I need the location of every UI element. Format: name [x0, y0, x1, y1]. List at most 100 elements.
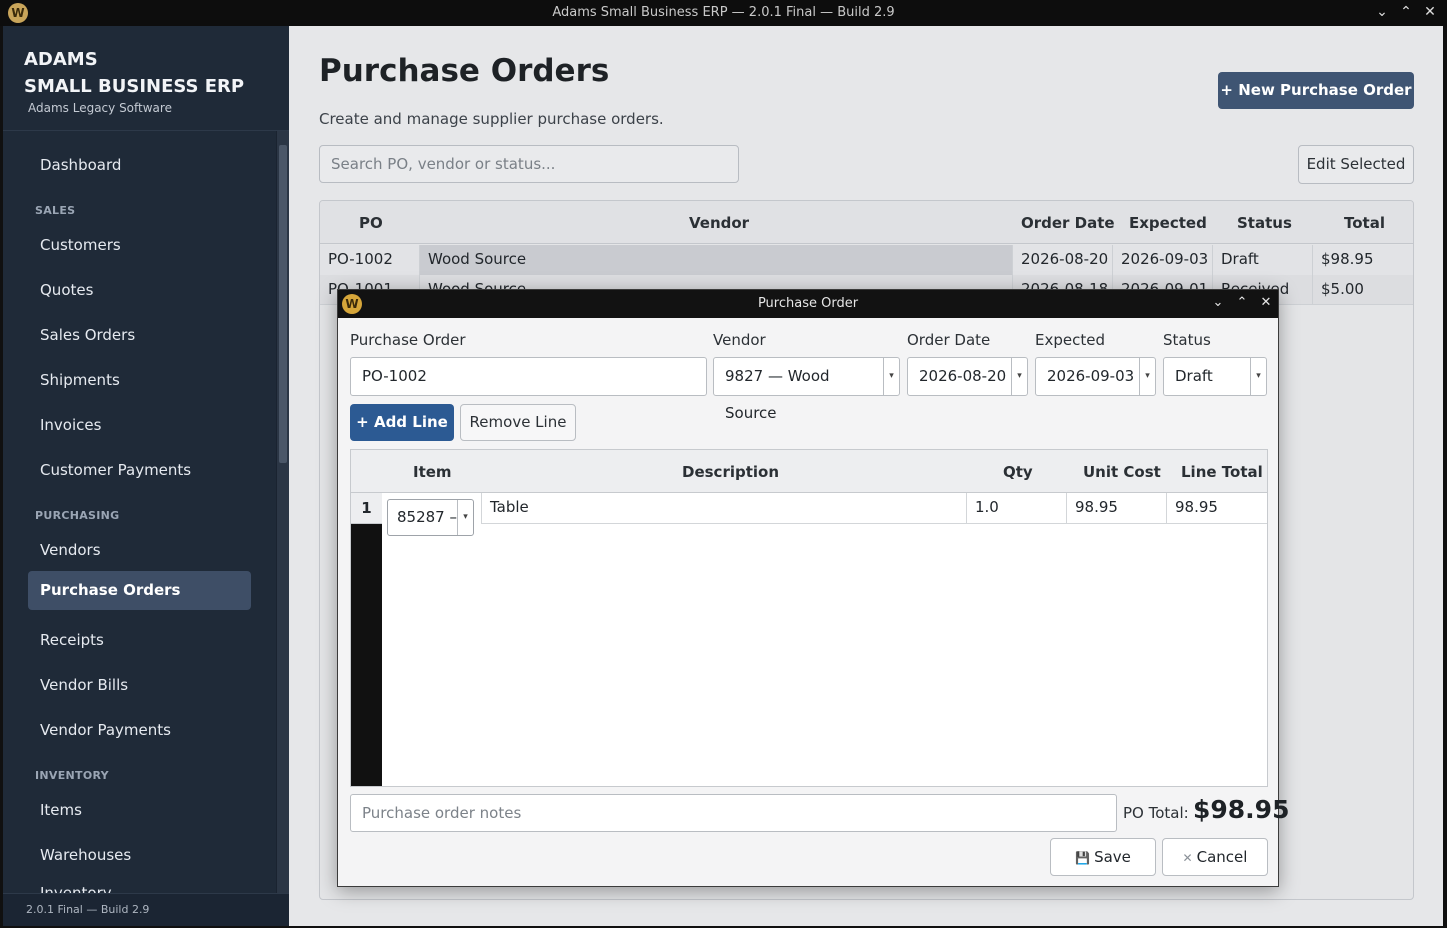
sidebar: ADAMS SMALL BUSINESS ERP Adams Legacy So… — [3, 26, 289, 926]
line-items-grid: Item Description Qty Unit Cost Line Tota… — [350, 449, 1268, 787]
sidebar-item-dashboard[interactable]: Dashboard — [28, 146, 251, 185]
chevron-down-icon[interactable]: ▾ — [1011, 358, 1027, 395]
chevron-down-icon[interactable]: ▾ — [1250, 358, 1266, 395]
sidebar-item-sales-orders[interactable]: Sales Orders — [28, 316, 251, 355]
cell-line-total[interactable]: 98.95 — [1167, 493, 1267, 524]
label-order-date: Order Date — [907, 331, 991, 349]
cell-po: PO-1002 — [320, 245, 420, 275]
grid-header-item[interactable]: Item — [413, 463, 452, 481]
sidebar-item-vendor-payments[interactable]: Vendor Payments — [28, 711, 251, 750]
cell-order-date: 2026-08-20 — [1013, 245, 1113, 275]
sidebar-scroll-thumb[interactable] — [279, 145, 287, 463]
sidebar-item-shipments[interactable]: Shipments — [28, 361, 251, 400]
chevron-down-icon[interactable]: ▾ — [883, 358, 899, 395]
cell-description[interactable]: Table — [481, 493, 967, 524]
sidebar-section-purchasing: PURCHASING — [35, 509, 120, 522]
row-number-gutter: 1 — [351, 493, 382, 786]
order-date-picker[interactable]: 2026-08-20 ▾ — [907, 357, 1028, 396]
sidebar-item-customer-payments[interactable]: Customer Payments — [28, 451, 251, 490]
minimize-icon[interactable]: ⌄ — [1373, 4, 1391, 20]
remove-line-button[interactable]: Remove Line — [460, 404, 576, 441]
new-purchase-order-button[interactable]: + New Purchase Order — [1218, 72, 1414, 109]
cell-total: $98.95 — [1313, 245, 1413, 275]
chevron-down-icon[interactable]: ▾ — [1139, 358, 1155, 395]
label-status: Status — [1163, 331, 1211, 349]
search-input[interactable]: Search PO, vendor or status... — [319, 145, 739, 183]
status-select-value: Draft — [1175, 367, 1213, 385]
grid-header: Item Description Qty Unit Cost Line Tota… — [351, 450, 1267, 493]
sidebar-item-vendor-bills[interactable]: Vendor Bills — [28, 666, 251, 705]
po-total-label: PO Total: — [1123, 804, 1189, 822]
table-row[interactable]: PO-1002 Wood Source 2026-08-20 2026-09-0… — [320, 245, 1413, 275]
sidebar-item-inventory-partial[interactable]: Inventory — [28, 874, 251, 893]
col-header-order-date[interactable]: Order Date — [1021, 214, 1115, 232]
sidebar-nav: Dashboard SALES Customers Quotes Sales O… — [3, 131, 276, 893]
maximize-icon[interactable]: ⌃ — [1397, 4, 1415, 20]
item-select[interactable]: 85287 – ▾ — [387, 499, 474, 536]
item-select-value: 85287 – — [397, 508, 457, 526]
expected-date-value: 2026-09-03 — [1047, 367, 1135, 385]
cell-status: Draft — [1213, 245, 1313, 275]
grid-header-description[interactable]: Description — [682, 463, 779, 481]
order-date-value: 2026-08-20 — [919, 367, 1007, 385]
brand-subtitle: Adams Legacy Software — [28, 101, 172, 115]
save-button[interactable]: 💾 Save — [1050, 838, 1156, 876]
label-vendor: Vendor — [713, 331, 766, 349]
grid-header-unit-cost[interactable]: Unit Cost — [1083, 463, 1161, 481]
dialog-title: Purchase Order — [757, 296, 859, 311]
sidebar-item-invoices[interactable]: Invoices — [28, 406, 251, 445]
status-select[interactable]: Draft ▾ — [1163, 357, 1267, 396]
vendor-select[interactable]: 9827 — Wood Source ▾ — [713, 357, 900, 422]
label-expected: Expected — [1035, 331, 1105, 349]
cell-unit-cost[interactable]: 98.95 — [1067, 493, 1167, 524]
window-title: Adams Small Business ERP — 2.0.1 Final —… — [552, 5, 895, 20]
dialog-maximize-icon[interactable]: ⌃ — [1234, 295, 1250, 310]
label-purchase-order: Purchase Order — [350, 331, 466, 349]
purchase-order-field[interactable]: PO-1002 — [350, 357, 707, 396]
col-header-expected[interactable]: Expected — [1129, 214, 1207, 232]
page-subtitle: Create and manage supplier purchase orde… — [319, 110, 664, 128]
page-title: Purchase Orders — [319, 53, 610, 89]
sidebar-item-purchase-orders[interactable]: Purchase Orders — [28, 571, 251, 610]
sidebar-section-sales: SALES — [35, 204, 76, 217]
notes-input[interactable]: Purchase order notes — [350, 794, 1117, 832]
sidebar-item-customers[interactable]: Customers — [28, 226, 251, 265]
brand: ADAMS SMALL BUSINESS ERP — [24, 46, 244, 100]
edit-selected-button[interactable]: Edit Selected — [1298, 145, 1414, 184]
dialog-minimize-icon[interactable]: ⌄ — [1210, 295, 1226, 310]
cell-vendor: Wood Source — [420, 245, 1013, 275]
grid-header-line-total[interactable]: Line Total — [1181, 463, 1263, 481]
cell-total: $5.00 — [1321, 280, 1364, 298]
row-number[interactable]: 1 — [351, 493, 382, 524]
sidebar-item-vendors[interactable]: Vendors — [28, 531, 251, 570]
col-header-status[interactable]: Status — [1237, 214, 1292, 232]
sidebar-item-items[interactable]: Items — [28, 791, 251, 830]
col-header-vendor[interactable]: Vendor — [689, 214, 749, 232]
sidebar-item-warehouses[interactable]: Warehouses — [28, 836, 251, 875]
brand-line2: SMALL BUSINESS ERP — [24, 76, 245, 97]
cancel-label: Cancel — [1196, 848, 1248, 866]
cancel-button[interactable]: ✕ Cancel — [1162, 838, 1268, 876]
dialog-close-icon[interactable]: ✕ — [1258, 295, 1274, 310]
add-line-button[interactable]: + Add Line — [350, 404, 454, 441]
sidebar-scrollbar[interactable] — [276, 131, 289, 893]
sidebar-item-quotes[interactable]: Quotes — [28, 271, 251, 310]
purchase-order-dialog: W Purchase Order ⌄ ⌃ ✕ Purchase Order Ve… — [337, 289, 1289, 887]
chevron-down-icon[interactable]: ▾ — [457, 500, 473, 535]
grid-header-qty[interactable]: Qty — [1003, 463, 1033, 481]
sidebar-item-receipts[interactable]: Receipts — [28, 621, 251, 660]
table-header: PO Vendor Order Date Expected Status Tot… — [320, 201, 1413, 244]
save-icon: 💾 — [1075, 851, 1091, 865]
sidebar-footer-version: 2.0.1 Final — Build 2.9 — [3, 893, 289, 926]
save-label: Save — [1094, 848, 1131, 866]
expected-date-picker[interactable]: 2026-09-03 ▾ — [1035, 357, 1156, 396]
brand-line1: ADAMS — [24, 49, 98, 70]
cell-qty[interactable]: 1.0 — [967, 493, 1067, 524]
sidebar-section-inventory: INVENTORY — [35, 769, 109, 782]
line-item-row[interactable]: Table 1.0 98.95 98.95 85287 – ▾ — [382, 493, 1267, 536]
col-header-total[interactable]: Total — [1344, 214, 1385, 232]
po-total-value: $98.95 — [1193, 795, 1290, 824]
col-header-po[interactable]: PO — [359, 214, 383, 232]
close-icon[interactable]: ✕ — [1421, 4, 1439, 20]
cell-expected: 2026-09-03 — [1113, 245, 1213, 275]
